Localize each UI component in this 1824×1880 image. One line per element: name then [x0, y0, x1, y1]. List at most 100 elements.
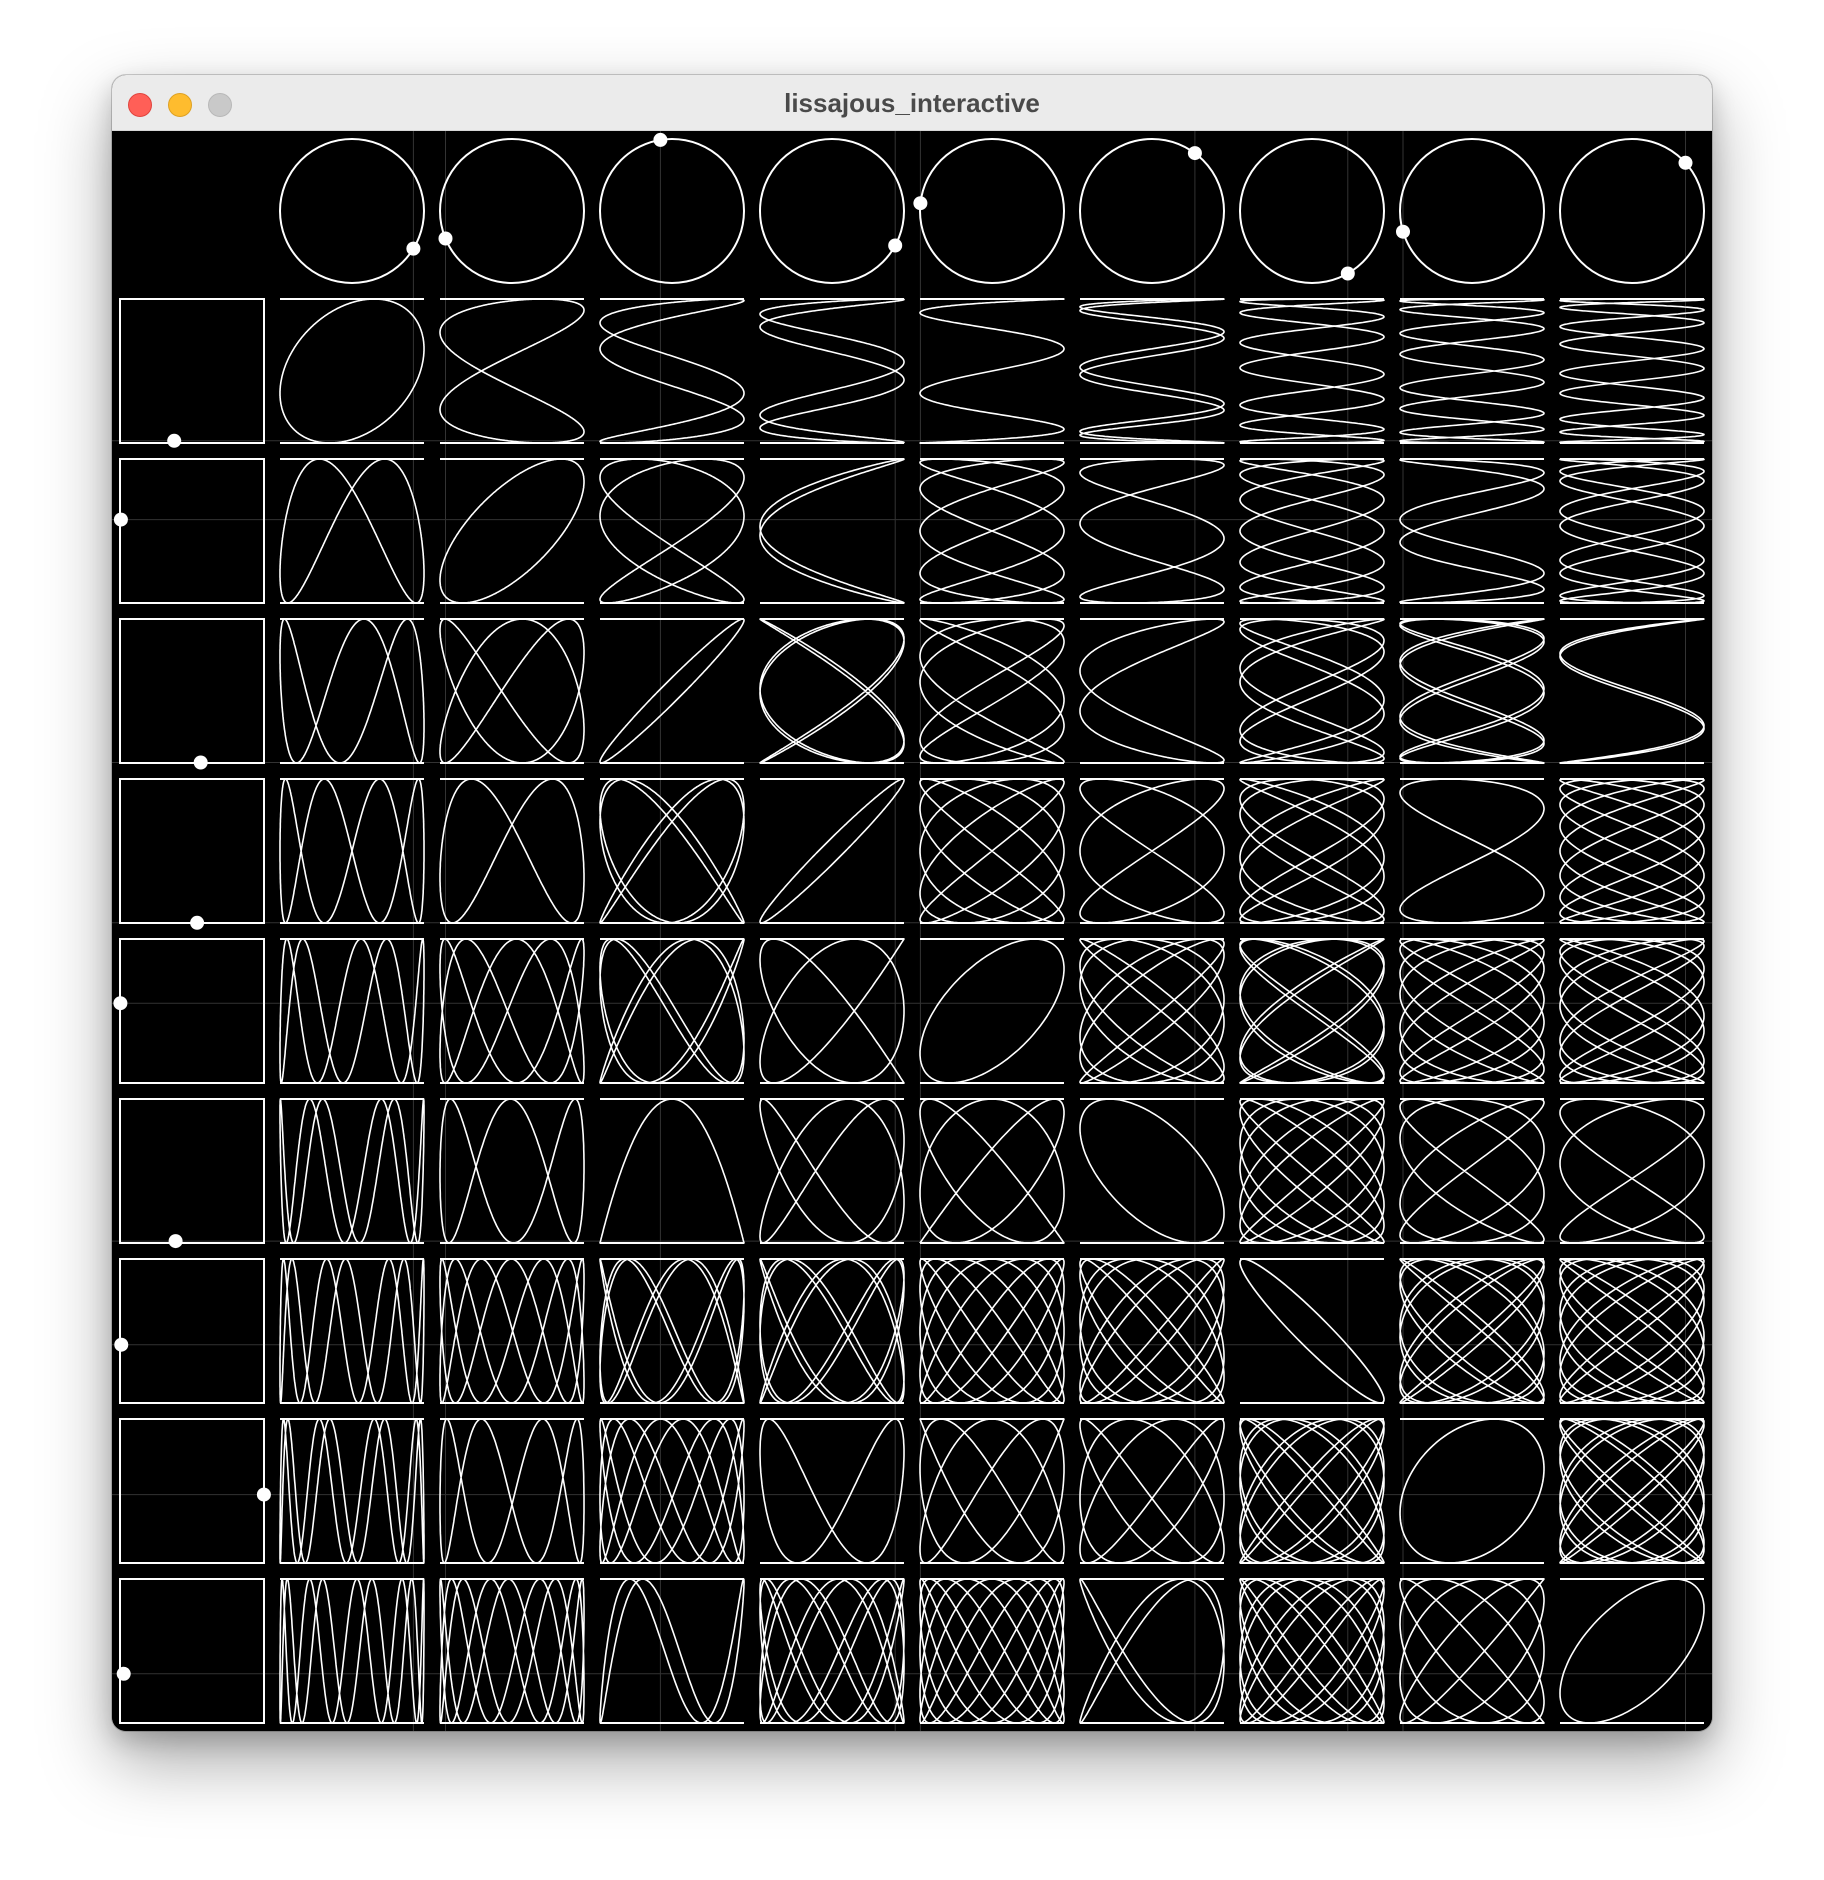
lissajous-curve: [759, 1418, 905, 1564]
row-box: [119, 1098, 265, 1244]
column-dot: [406, 241, 421, 256]
window-title: lissajous_interactive: [784, 88, 1040, 118]
lissajous-cell: [1239, 778, 1385, 924]
lissajous-curve: [439, 1578, 585, 1724]
lissajous-cell: [599, 1578, 745, 1724]
lissajous-cell: [919, 458, 1065, 604]
lissajous-curve: [599, 938, 745, 1084]
lissajous-cell: [599, 1098, 745, 1244]
lissajous-cell: [1559, 298, 1705, 444]
row-box: [119, 618, 265, 764]
lissajous-cell: [439, 1418, 585, 1564]
column-dot: [653, 132, 668, 147]
column-circle: [599, 138, 745, 284]
lissajous-curve: [439, 1098, 585, 1244]
lissajous-cell: [1239, 618, 1385, 764]
lissajous-cell: [759, 618, 905, 764]
lissajous-curve: [1239, 1258, 1385, 1404]
lissajous-cell: [1079, 298, 1225, 444]
lissajous-curve: [1559, 938, 1705, 1084]
lissajous-curve: [279, 618, 425, 764]
lissajous-curve: [919, 458, 1065, 604]
lissajous-curve: [1079, 938, 1225, 1084]
lissajous-curve: [1559, 1098, 1705, 1244]
lissajous-curve: [759, 938, 905, 1084]
lissajous-canvas[interactable]: [112, 131, 1712, 1731]
lissajous-cell: [1559, 1578, 1705, 1724]
lissajous-cell: [1399, 1418, 1545, 1564]
lissajous-curve: [1079, 778, 1225, 924]
lissajous-cell: [599, 618, 745, 764]
lissajous-curve: [1399, 1098, 1545, 1244]
lissajous-cell: [759, 298, 905, 444]
column-circle: [759, 138, 905, 284]
lissajous-curve: [1079, 1258, 1225, 1404]
lissajous-cell: [1399, 1258, 1545, 1404]
lissajous-curve: [439, 298, 585, 444]
row-dot: [168, 1234, 183, 1249]
lissajous-cell: [1239, 1098, 1385, 1244]
lissajous-cell: [1079, 1578, 1225, 1724]
lissajous-cell: [1399, 458, 1545, 604]
lissajous-cell: [439, 298, 585, 444]
lissajous-cell: [1239, 298, 1385, 444]
lissajous-cell: [919, 1578, 1065, 1724]
column-dot: [1678, 155, 1693, 170]
row-dot: [114, 1337, 129, 1352]
lissajous-curve: [1399, 938, 1545, 1084]
lissajous-cell: [919, 298, 1065, 444]
lissajous-cell: [599, 938, 745, 1084]
title-bar[interactable]: lissajous_interactive: [112, 75, 1712, 131]
lissajous-cell: [759, 1418, 905, 1564]
lissajous-cell: [759, 1258, 905, 1404]
lissajous-curve: [1559, 298, 1705, 444]
lissajous-curve: [1079, 1098, 1225, 1244]
lissajous-cell: [1399, 1098, 1545, 1244]
row-dot: [167, 433, 182, 448]
lissajous-curve: [759, 298, 905, 444]
lissajous-table: [112, 131, 1712, 1731]
lissajous-cell: [279, 1578, 425, 1724]
column-circle: [1079, 138, 1225, 284]
row-dot: [116, 1666, 131, 1681]
app-window: lissajous_interactive: [112, 75, 1712, 1731]
lissajous-cell: [1399, 938, 1545, 1084]
lissajous-curve: [1079, 298, 1225, 444]
lissajous-curve: [1239, 458, 1385, 604]
lissajous-curve: [1399, 1258, 1545, 1404]
lissajous-cell: [599, 1258, 745, 1404]
column-circle: [279, 138, 425, 284]
lissajous-cell: [439, 1258, 585, 1404]
lissajous-curve: [1559, 1418, 1705, 1564]
row-dot: [113, 996, 128, 1011]
lissajous-curve: [1239, 938, 1385, 1084]
lissajous-cell: [279, 938, 425, 1084]
lissajous-cell: [919, 1418, 1065, 1564]
lissajous-curve: [919, 938, 1065, 1084]
lissajous-curve: [599, 1098, 745, 1244]
lissajous-cell: [759, 938, 905, 1084]
lissajous-curve: [279, 1418, 425, 1564]
lissajous-curve: [759, 1258, 905, 1404]
lissajous-cell: [919, 1258, 1065, 1404]
lissajous-cell: [919, 1098, 1065, 1244]
lissajous-curve: [599, 1258, 745, 1404]
lissajous-curve: [919, 298, 1065, 444]
lissajous-cell: [599, 458, 745, 604]
lissajous-cell: [1559, 1098, 1705, 1244]
lissajous-curve: [279, 1258, 425, 1404]
lissajous-curve: [1559, 618, 1705, 764]
lissajous-cell: [1079, 1418, 1225, 1564]
lissajous-curve: [279, 458, 425, 604]
lissajous-curve: [919, 618, 1065, 764]
lissajous-curve: [279, 778, 425, 924]
column-circle: [439, 138, 585, 284]
lissajous-cell: [919, 778, 1065, 924]
row-box: [119, 298, 265, 444]
row-dot: [113, 512, 128, 527]
column-dot: [1340, 266, 1355, 281]
lissajous-curve: [1559, 1578, 1705, 1724]
lissajous-curve: [599, 1578, 745, 1724]
lissajous-cell: [1079, 938, 1225, 1084]
lissajous-curve: [1239, 1418, 1385, 1564]
